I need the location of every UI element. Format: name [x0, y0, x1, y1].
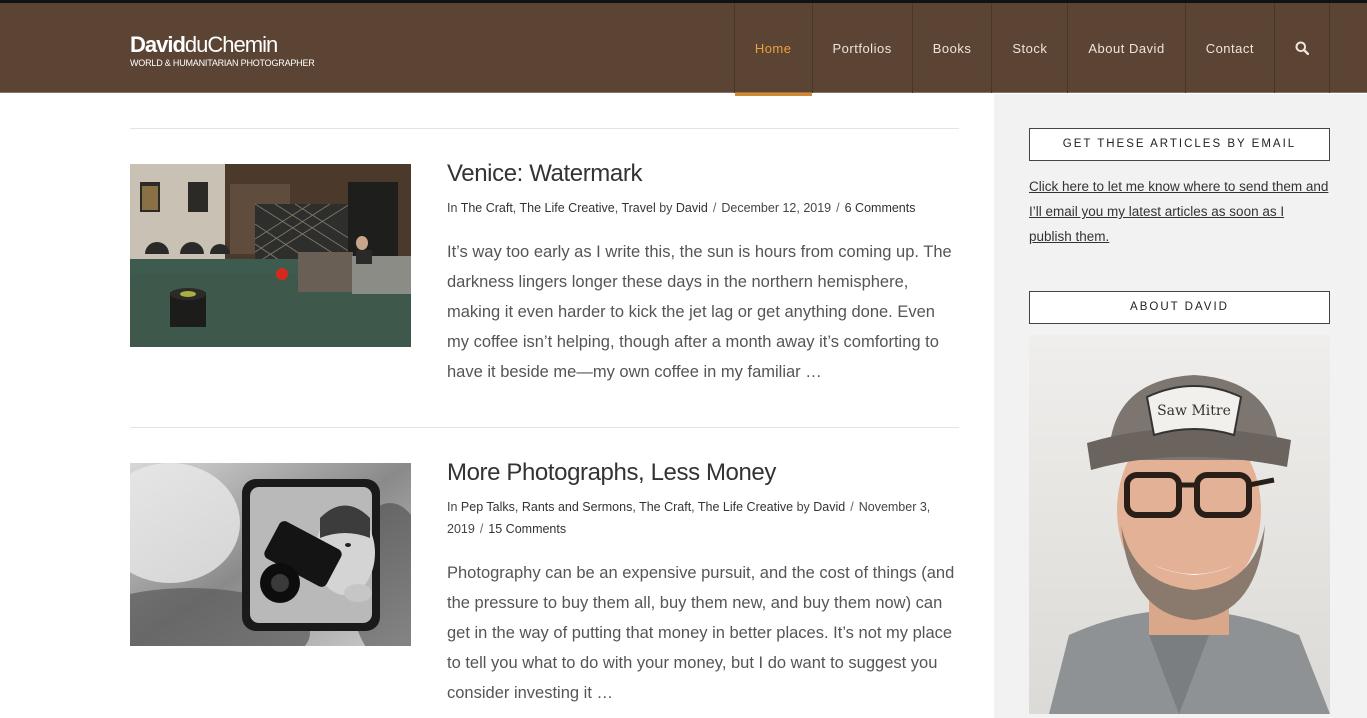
nav-portfolios[interactable]: Portfolios [811, 3, 912, 93]
post-content: More Photographs, Less Money In Pep Talk… [447, 459, 959, 708]
logo-wordmark: DavidduChemin [130, 32, 278, 57]
category-link[interactable]: Pep Talks [461, 500, 515, 514]
search-icon [1295, 41, 1309, 55]
category-link[interactable]: Rants and Sermons [522, 500, 632, 514]
comments-link[interactable]: 15 Comments [488, 522, 566, 536]
meta-by-label: by [796, 500, 810, 514]
search-button[interactable] [1274, 3, 1330, 93]
post-excerpt: Photography can be an expensive pursuit,… [447, 564, 955, 702]
nav-stock[interactable]: Stock [991, 3, 1067, 93]
sidebar: GET THESE ARTICLES BY EMAIL Click here t… [994, 94, 1367, 718]
nav-contact[interactable]: Contact [1184, 3, 1274, 93]
post-date: December 12, 2019 [721, 201, 832, 215]
post-excerpt: It’s way too early as I write this, the … [447, 243, 952, 381]
email-signup-link[interactable]: Click here to let me know where to send … [1029, 174, 1330, 249]
post-content: Venice: Watermark In The Craft, The Life… [447, 160, 959, 387]
site-header: DavidduChemin WORLD & HUMANITARIAN PHOTO… [0, 0, 1367, 96]
main-nav: Home Portfolios Books Stock About David … [733, 3, 1330, 96]
about-widget-title: ABOUT DAVID [1029, 291, 1330, 324]
nav-books[interactable]: Books [911, 3, 992, 93]
post-thumbnail-venice[interactable] [130, 164, 411, 347]
photographer-mirror-image [130, 463, 411, 646]
nav-about-david[interactable]: About David [1067, 3, 1184, 93]
author-link[interactable]: David [676, 201, 708, 215]
post-title[interactable]: More Photographs, Less Money [447, 459, 959, 487]
post-meta: In The Craft, The Life Creative, Travel … [447, 201, 916, 215]
post-item: Venice: Watermark In The Craft, The Life… [130, 129, 959, 427]
nav-home[interactable]: Home [733, 3, 812, 96]
post-item: More Photographs, Less Money In Pep Talk… [130, 428, 959, 718]
logo-tagline: WORLD & HUMANITARIAN PHOTOGRAPHER [130, 58, 315, 68]
svg-text:Saw Mitre: Saw Mitre [1157, 403, 1231, 419]
post-list: Venice: Watermark In The Craft, The Life… [130, 96, 959, 718]
author-link[interactable]: David [813, 500, 845, 514]
flooded-venice-image [130, 164, 411, 347]
category-link[interactable]: Travel [621, 201, 655, 215]
post-thumbnail-camera[interactable] [130, 463, 411, 646]
david-portrait-image: Saw Mitre [1029, 335, 1330, 714]
email-widget-title: GET THESE ARTICLES BY EMAIL [1029, 128, 1330, 161]
author-portrait: Saw Mitre [1029, 335, 1330, 714]
meta-by-label: by [659, 201, 673, 215]
site-logo[interactable]: DavidduChemin WORLD & HUMANITARIAN PHOTO… [130, 32, 315, 69]
category-link[interactable]: The Craft [461, 201, 513, 215]
category-link[interactable]: The Craft [639, 500, 691, 514]
meta-in-label: In [447, 500, 458, 514]
post-meta: In Pep Talks, Rants and Sermons, The Cra… [447, 500, 931, 536]
category-link[interactable]: The Life Creative [520, 201, 615, 215]
meta-in-label: In [447, 201, 458, 215]
comments-link[interactable]: 6 Comments [845, 201, 916, 215]
category-link[interactable]: The Life Creative [698, 500, 793, 514]
post-title[interactable]: Venice: Watermark [447, 160, 959, 188]
